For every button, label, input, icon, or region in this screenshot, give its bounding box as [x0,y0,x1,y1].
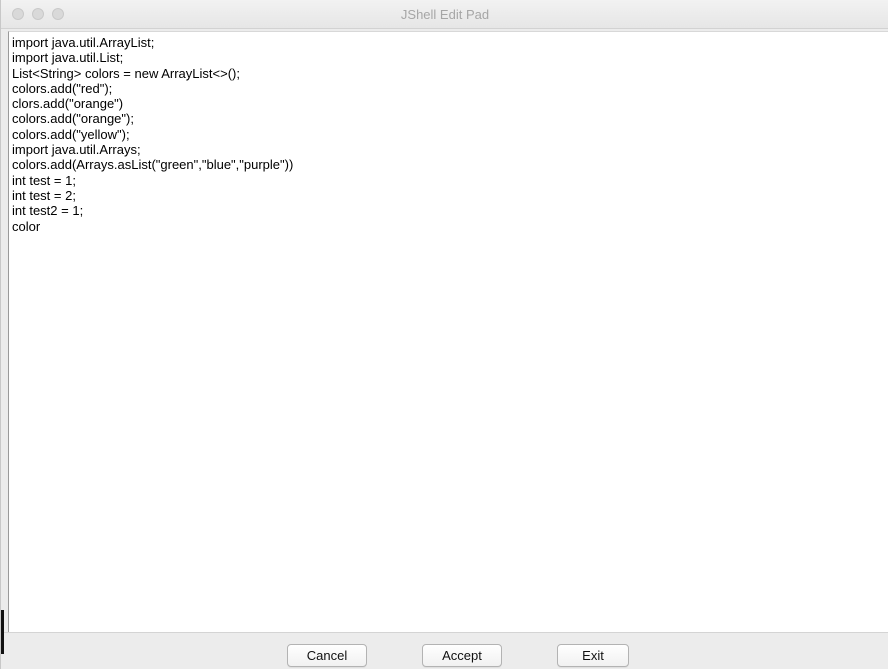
code-line: clors.add("orange") [12,96,124,112]
code-line: colors.add(Arrays.asList("green","blue",… [12,157,294,173]
code-line: colors.add("red"); [12,80,113,96]
exit-button[interactable]: Exit [557,644,629,667]
code-line: colors.add("orange"); [12,111,134,127]
code-line: import java.util.ArrayList; [12,35,155,50]
code-line-last: color [12,219,888,234]
title-bar[interactable]: JShell Edit Pad [1,0,888,29]
code-line-text: color [12,218,41,234]
button-bar: Cancel Accept Exit [1,632,888,669]
code-line: import java.util.List; [12,50,124,66]
code-editor-textarea[interactable]: import java.util.ArrayList; import java.… [8,31,888,632]
code-line: int test = 1; [12,172,76,188]
jshell-edit-pad-window: JShell Edit Pad import java.util.ArrayLi… [0,0,888,669]
code-line: int test2 = 1; [12,203,84,219]
window-edge-shadow [1,610,4,654]
accept-button[interactable]: Accept [422,644,502,667]
code-line: int test = 2; [12,187,76,203]
window-title: JShell Edit Pad [400,7,490,22]
cancel-button[interactable]: Cancel [287,644,367,667]
code-line: List<String> colors = new ArrayList<>(); [12,65,240,81]
code-line: import java.util.Arrays; [12,142,141,158]
code-line: colors.add("yellow"); [12,126,130,142]
